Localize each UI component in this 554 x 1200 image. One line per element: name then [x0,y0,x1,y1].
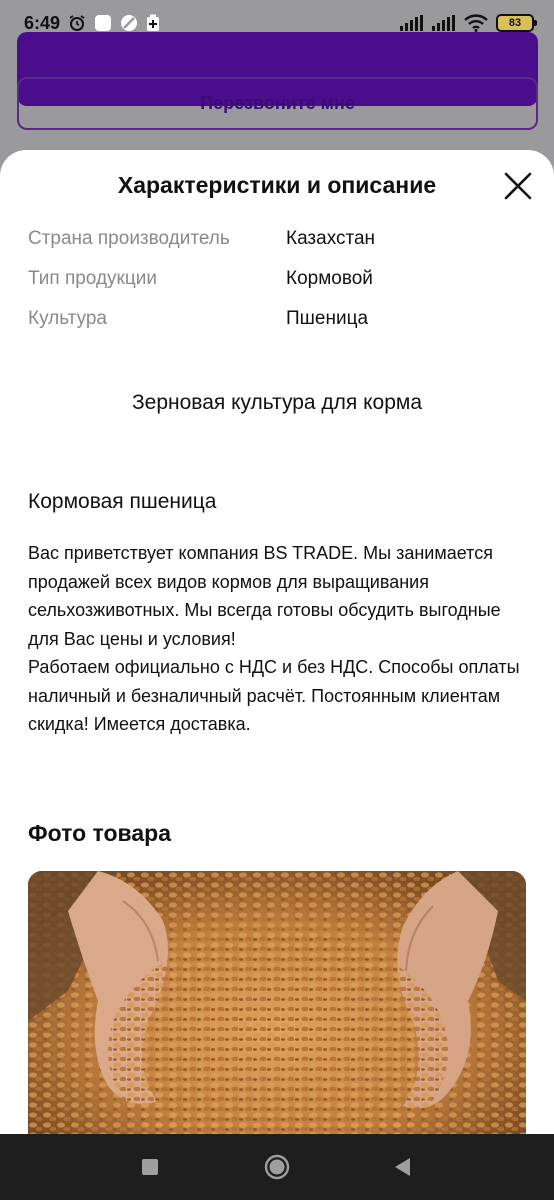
restricted-icon [120,14,138,32]
wheat-grain-image [28,871,526,1134]
back-button[interactable] [362,1134,442,1200]
app-notification-icon [94,14,112,32]
status-right: 83 [400,14,537,32]
product-description: Вас приветствует компания BS TRADE. Мы з… [28,543,520,734]
spec-label: Культура [28,308,107,329]
photo-heading: Фото товара [28,820,171,846]
navigation-bar [0,1134,554,1200]
close-icon [504,172,532,200]
home-icon [264,1154,290,1180]
spec-row-culture: Культура Пшеница [28,308,528,334]
spec-label: Тип продукции [28,268,157,289]
signal-icon [400,15,424,31]
callback-button-label: Перезвоните мне [200,93,355,113]
home-button[interactable] [237,1134,317,1200]
spec-value: Кормовой [286,268,373,289]
product-name: Кормовая пшеница [28,490,217,513]
product-subtitle: Зерновая культура для корма [131,391,423,414]
signal-icon-2 [432,15,456,31]
product-photo[interactable] [28,871,526,1134]
status-left: 6:49 [24,13,160,34]
spec-value: Казахстан [286,228,376,249]
recents-icon [142,1159,158,1175]
wifi-icon [464,14,488,32]
background-page: Перезвоните мне [0,32,554,166]
clock: 6:49 [24,12,61,33]
battery-level: 83 [508,17,522,29]
spec-row-country: Страна производитель Казахстан [28,228,528,254]
recents-button[interactable] [110,1134,190,1200]
callback-button[interactable]: Перезвоните мне [17,77,538,130]
battery-icon: 83 [496,14,537,32]
battery-saver-icon [146,14,160,32]
spec-row-product-type: Тип продукции Кормовой [28,268,528,294]
spec-value: Пшеница [286,308,369,329]
alarm-icon [68,14,86,32]
back-icon [395,1158,410,1176]
close-button[interactable] [500,168,536,204]
spec-label: Страна производитель [28,228,230,249]
characteristics-sheet: Характеристики и описание Страна произво… [0,150,554,1134]
sheet-title: Характеристики и описание [117,172,437,198]
